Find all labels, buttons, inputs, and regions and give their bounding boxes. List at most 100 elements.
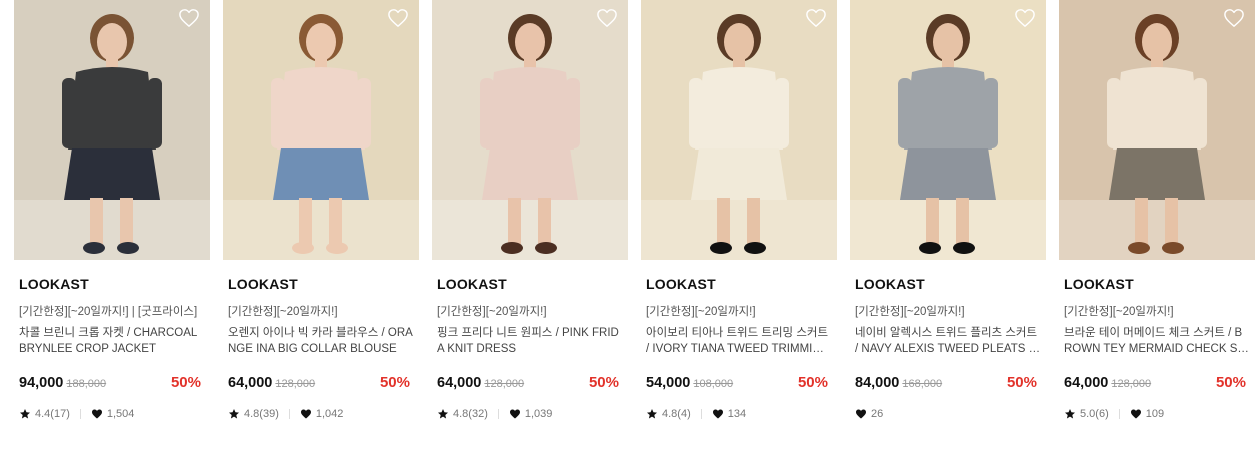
rating: 4.8(39) [228, 408, 279, 420]
rating-value: 4.8(32) [453, 408, 488, 420]
original-price: 128,000 [275, 378, 316, 390]
discount-rate: 50% [588, 374, 619, 391]
product-card[interactable]: LOOKAST [기간한정][~20일까지!] 네이비 알렉시스 트위드 플리츠… [850, 0, 1046, 440]
discount-rate: 50% [1215, 374, 1246, 391]
price-row: 94,000 188,000 50% [19, 374, 205, 394]
heart-outline-icon [1015, 9, 1035, 27]
heart-outline-icon [597, 9, 617, 27]
product-card[interactable]: LOOKAST [기간한정][~20일까지!] 핑크 프리다 니트 원피스 / … [432, 0, 628, 440]
original-price: 128,000 [484, 378, 525, 390]
product-name[interactable]: 차콜 브린니 크롭 자켓 / CHARCOAL BRYNLEE CROP JAC… [19, 325, 205, 357]
product-photo[interactable] [223, 0, 419, 260]
product-image [1059, 0, 1255, 260]
heart-icon [856, 409, 866, 419]
discount-rate: 50% [170, 374, 201, 391]
product-image [223, 0, 419, 260]
product-name[interactable]: 네이비 알렉시스 트위드 플리츠 스커트 / NAVY ALEXIS TWEED… [855, 325, 1041, 357]
heart-outline-icon [179, 9, 199, 27]
rating: 4.8(4) [646, 408, 691, 420]
product-meta: 4.8(39) 1,042 [228, 407, 414, 421]
product-info: LOOKAST [기간한정][~20일까지!] 핑크 프리다 니트 원피스 / … [432, 276, 628, 421]
wishlist-button[interactable] [1223, 8, 1245, 28]
sale-price: 54,000 [646, 375, 691, 391]
sale-price: 84,000 [855, 375, 900, 391]
product-info: LOOKAST [기간한정][~20일까지!] 오렌지 아이나 빅 카라 블라우… [223, 276, 419, 421]
product-photo[interactable] [432, 0, 628, 260]
product-photo[interactable] [641, 0, 837, 260]
promo-tag: [기간한정][~20일까지!] [437, 306, 547, 318]
heart-icon [91, 409, 102, 419]
likes-count: 1,504 [106, 408, 135, 420]
likes: 1,042 [300, 408, 344, 420]
likes-count: 1,042 [315, 408, 344, 420]
wishlist-button[interactable] [1014, 8, 1036, 28]
star-icon [229, 409, 239, 419]
price-row: 64,000 128,000 50% [1064, 374, 1250, 394]
price-row: 54,000 108,000 50% [646, 374, 832, 394]
product-image [850, 0, 1046, 260]
sale-price: 64,000 [1064, 375, 1109, 391]
product-image [14, 0, 210, 260]
star-icon [438, 409, 448, 419]
product-info: LOOKAST [기간한정][~20일까지!] | [굿프라이스] 차콜 브린니… [14, 276, 210, 421]
product-image [641, 0, 837, 260]
likes: 109 [1130, 408, 1164, 420]
product-grid: LOOKAST [기간한정][~20일까지!] | [굿프라이스] 차콜 브린니… [0, 0, 1259, 465]
discount-rate: 50% [379, 374, 410, 391]
product-card[interactable]: LOOKAST [기간한정][~20일까지!] 오렌지 아이나 빅 카라 블라우… [223, 0, 419, 440]
heart-icon [300, 409, 311, 419]
product-photo[interactable] [850, 0, 1046, 260]
brand-name[interactable]: LOOKAST [646, 276, 832, 292]
sale-price: 64,000 [228, 375, 273, 391]
star-icon [1065, 409, 1075, 419]
rating-value: 4.8(4) [662, 408, 691, 420]
product-photo[interactable] [14, 0, 210, 260]
original-price: 108,000 [693, 378, 734, 390]
rating: 4.8(32) [437, 408, 488, 420]
sale-price: 94,000 [19, 375, 64, 391]
original-price: 168,000 [902, 378, 943, 390]
price-row: 64,000 128,000 50% [437, 374, 623, 394]
meta-divider [288, 409, 290, 419]
brand-name[interactable]: LOOKAST [437, 276, 623, 292]
product-name[interactable]: 브라운 테이 머메이드 체크 스커트 / BROWN TEY MERMAID C… [1064, 325, 1250, 357]
heart-icon [712, 409, 723, 419]
heart-outline-icon [388, 9, 408, 27]
discount-rate: 50% [797, 374, 828, 391]
wishlist-button[interactable] [178, 8, 200, 28]
product-info: LOOKAST [기간한정][~20일까지!] 브라운 테이 머메이드 체크 스… [1059, 276, 1255, 421]
product-image [432, 0, 628, 260]
product-meta: 5.0(6) 109 [1064, 407, 1250, 421]
product-meta: 4.8(4) 134 [646, 407, 832, 421]
brand-name[interactable]: LOOKAST [19, 276, 205, 292]
meta-divider [79, 409, 81, 419]
heart-icon [509, 409, 520, 419]
wishlist-button[interactable] [596, 8, 618, 28]
star-icon [647, 409, 657, 419]
product-meta: 26 [855, 407, 1041, 421]
brand-name[interactable]: LOOKAST [855, 276, 1041, 292]
promo-tag: [기간한정][~20일까지!] [646, 306, 756, 318]
wishlist-button[interactable] [805, 8, 827, 28]
heart-outline-icon [806, 9, 826, 27]
brand-name[interactable]: LOOKAST [1064, 276, 1250, 292]
likes: 26 [855, 408, 883, 420]
wishlist-button[interactable] [387, 8, 409, 28]
product-card[interactable]: LOOKAST [기간한정][~20일까지!] 아이보리 티아나 트위드 트리밍… [641, 0, 837, 440]
product-meta: 4.4(17) 1,504 [19, 407, 205, 421]
product-info: LOOKAST [기간한정][~20일까지!] 네이비 알렉시스 트위드 플리츠… [850, 276, 1046, 421]
product-name[interactable]: 핑크 프리다 니트 원피스 / PINK FRIDA KNIT DRESS [437, 325, 623, 357]
product-card[interactable]: LOOKAST [기간한정][~20일까지!] | [굿프라이스] 차콜 브린니… [14, 0, 210, 440]
price-row: 64,000 128,000 50% [228, 374, 414, 394]
product-card[interactable]: LOOKAST [기간한정][~20일까지!] 브라운 테이 머메이드 체크 스… [1059, 0, 1255, 440]
product-name[interactable]: 오렌지 아이나 빅 카라 블라우스 / ORANGE INA BIG COLLA… [228, 325, 414, 357]
rating: 5.0(6) [1064, 408, 1109, 420]
likes-count: 1,039 [524, 408, 553, 420]
product-name[interactable]: 아이보리 티아나 트위드 트리밍 스커트 / IVORY TIANA TWEED… [646, 325, 832, 357]
promo-tag: [기간한정][~20일까지!] | [굿프라이스] [19, 306, 198, 318]
meta-divider [700, 409, 702, 419]
promo-tag: [기간한정][~20일까지!] [1064, 306, 1174, 318]
brand-name[interactable]: LOOKAST [228, 276, 414, 292]
product-photo[interactable] [1059, 0, 1255, 260]
heart-outline-icon [1224, 9, 1244, 27]
